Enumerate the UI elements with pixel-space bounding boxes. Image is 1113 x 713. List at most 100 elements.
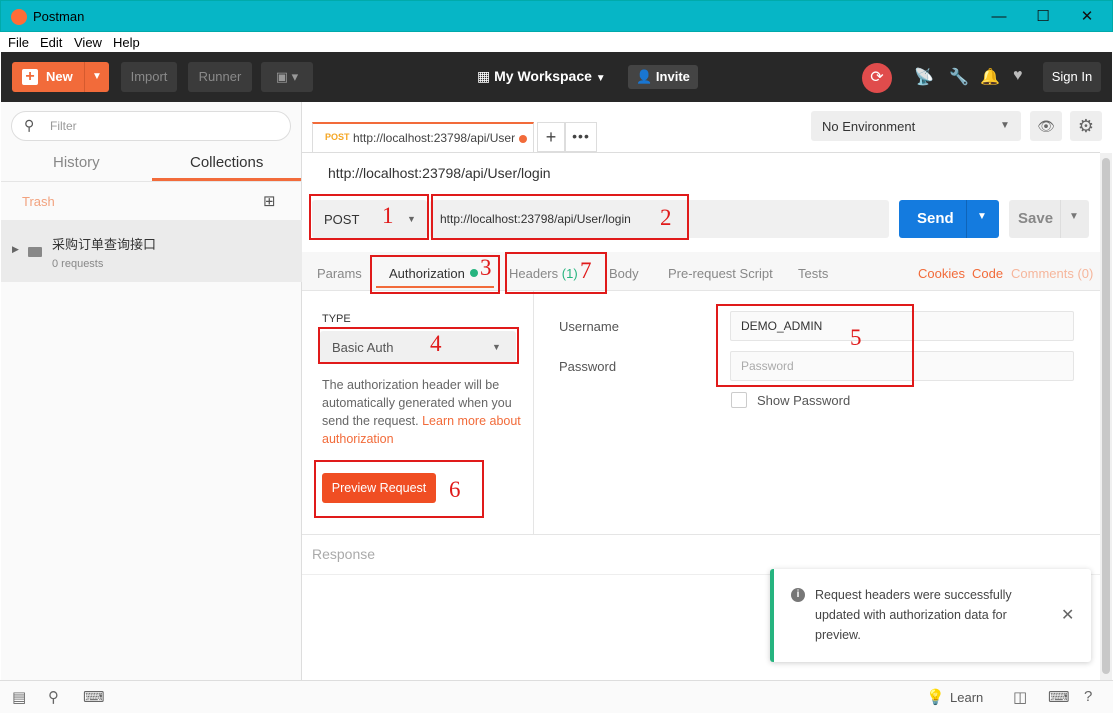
invite-label: Invite [655,69,690,84]
filter-input[interactable]: ⚲ Filter [11,111,291,141]
search-icon[interactable]: ⚲ [48,688,59,706]
unsaved-dot-icon [519,135,527,143]
heart-icon[interactable]: ♥ [1013,67,1023,85]
sync-icon[interactable]: ⟳ [862,63,892,93]
more-tabs-button[interactable]: ••• [565,122,597,152]
main-toolbar: + New ▼ Import Runner ▣ ▾ ▦ My Workspace… [1,52,1112,102]
window-title: Postman [33,9,85,24]
annotation-box-method [309,194,429,240]
add-user-icon: 👤 [636,69,653,84]
chevron-down-icon[interactable]: ▼ [92,62,102,92]
comments-link[interactable]: Comments (0) [1011,266,1093,281]
request-tab-method: POST [325,132,350,142]
request-title: http://localhost:23798/api/User/login [328,165,551,181]
bell-icon[interactable]: 🔔 [980,67,1000,87]
response-label: Response [312,546,376,562]
sidebar-toggle-icon[interactable]: ▤ [12,688,26,706]
workspace-selector[interactable]: ▦ My Workspace ▼ [477,68,606,85]
annotation-number: 7 [580,258,592,283]
learn-link[interactable]: Learn [950,690,983,705]
collection-count: 0 requests [52,258,104,270]
menu-edit[interactable]: Edit [40,35,62,50]
send-button[interactable]: Send ▼ [899,200,999,238]
minimize-button[interactable]: — [979,5,1019,29]
tab-params[interactable]: Params [317,266,362,281]
annotation-box-credentials [716,304,914,387]
code-link[interactable]: Code [972,266,1003,281]
expand-arrow-icon[interactable]: ▶ [12,244,19,255]
chevron-down-icon[interactable]: ▼ [1069,211,1079,222]
gear-icon[interactable]: ⚙ [1070,111,1102,141]
filter-placeholder: Filter [50,119,77,133]
close-window-button[interactable]: ✕ [1067,5,1107,29]
help-icon[interactable]: ? [1084,688,1092,705]
show-password-label: Show Password [757,393,851,408]
show-password-checkbox[interactable] [731,392,747,408]
tab-collections[interactable]: Collections [190,154,263,171]
menu-view[interactable]: View [74,35,102,50]
notification-toast: i Request headers were successfully upda… [770,569,1091,662]
bulb-icon: 💡 [926,689,945,706]
workspace-label: My Workspace [494,68,592,84]
eye-icon[interactable]: 👁 [1030,111,1062,141]
save-button[interactable]: Save ▼ [1009,200,1089,238]
tab-prerequest-script[interactable]: Pre-request Script [668,266,773,281]
collection-item[interactable]: ▶ 采购订单查询接口 0 requests [1,220,302,282]
annotation-number: 4 [430,331,442,356]
menu-help[interactable]: Help [113,35,140,50]
search-icon: ⚲ [24,117,35,133]
invite-button[interactable]: 👤 Invite [628,65,698,89]
trash-link[interactable]: Trash [22,194,55,209]
type-label: TYPE [322,313,351,325]
annotation-box-headers [505,252,607,294]
add-tab-button[interactable]: + [537,122,565,152]
info-icon: i [791,588,805,602]
request-tab[interactable]: POST http://localhost:23798/api/User [312,122,534,152]
close-icon[interactable]: ✕ [1061,605,1074,625]
sign-in-button[interactable]: Sign In [1043,62,1101,92]
annotation-number: 3 [480,255,492,280]
two-pane-icon[interactable]: ◫ [1013,688,1027,706]
password-label: Password [559,359,617,374]
title-bar: Postman — ☐ ✕ [0,0,1113,32]
new-window-icon: ▣ ▾ [275,69,299,84]
toast-message: Request headers were successfully update… [815,588,1012,642]
annotation-number: 5 [850,325,862,350]
menu-bar: File Edit View Help [1,32,1112,52]
new-window-button[interactable]: ▣ ▾ [261,62,313,92]
collection-name: 采购订单查询接口 [52,237,157,252]
folder-icon [28,247,42,257]
send-label: Send [917,210,954,227]
tab-tests[interactable]: Tests [798,266,828,281]
environment-select[interactable]: No Environment ▼ [811,111,1021,141]
menu-file[interactable]: File [8,35,29,50]
annotation-number: 6 [449,477,461,502]
satellite-icon[interactable]: 📡 [914,67,934,87]
import-button[interactable]: Import [121,62,177,92]
annotation-number: 2 [660,205,672,230]
maximize-button[interactable]: ☐ [1023,5,1063,29]
status-bar: ▤ ⚲ ⌨ 💡 Learn ◫ ⌨ ? [0,680,1113,713]
chevron-down-icon: ▼ [595,73,606,84]
runner-button[interactable]: Runner [188,62,252,92]
tab-history[interactable]: History [53,154,100,171]
new-button[interactable]: + New ▼ [12,62,109,92]
grid-icon: ▦ [477,68,491,84]
postman-logo-icon [11,9,27,25]
auth-description: The authorization header will be automat… [322,376,522,448]
annotation-box-url [431,194,689,240]
chevron-down-icon[interactable]: ▼ [977,211,987,222]
environment-value: No Environment [822,119,916,134]
wrench-icon[interactable]: 🔧 [949,67,969,87]
username-label: Username [559,319,619,334]
cookies-link[interactable]: Cookies [918,266,965,281]
new-collection-icon[interactable]: ⊞ [263,192,276,210]
console-icon[interactable]: ⌨ [83,688,105,706]
request-tab-url: http://localhost:23798/api/User [353,131,516,145]
new-button-label: New [46,69,73,84]
tab-body[interactable]: Body [609,266,639,281]
chevron-down-icon: ▼ [1000,120,1010,131]
keyboard-icon[interactable]: ⌨ [1048,688,1070,706]
annotation-number: 1 [382,203,394,228]
scrollbar-thumb[interactable] [1102,158,1110,674]
